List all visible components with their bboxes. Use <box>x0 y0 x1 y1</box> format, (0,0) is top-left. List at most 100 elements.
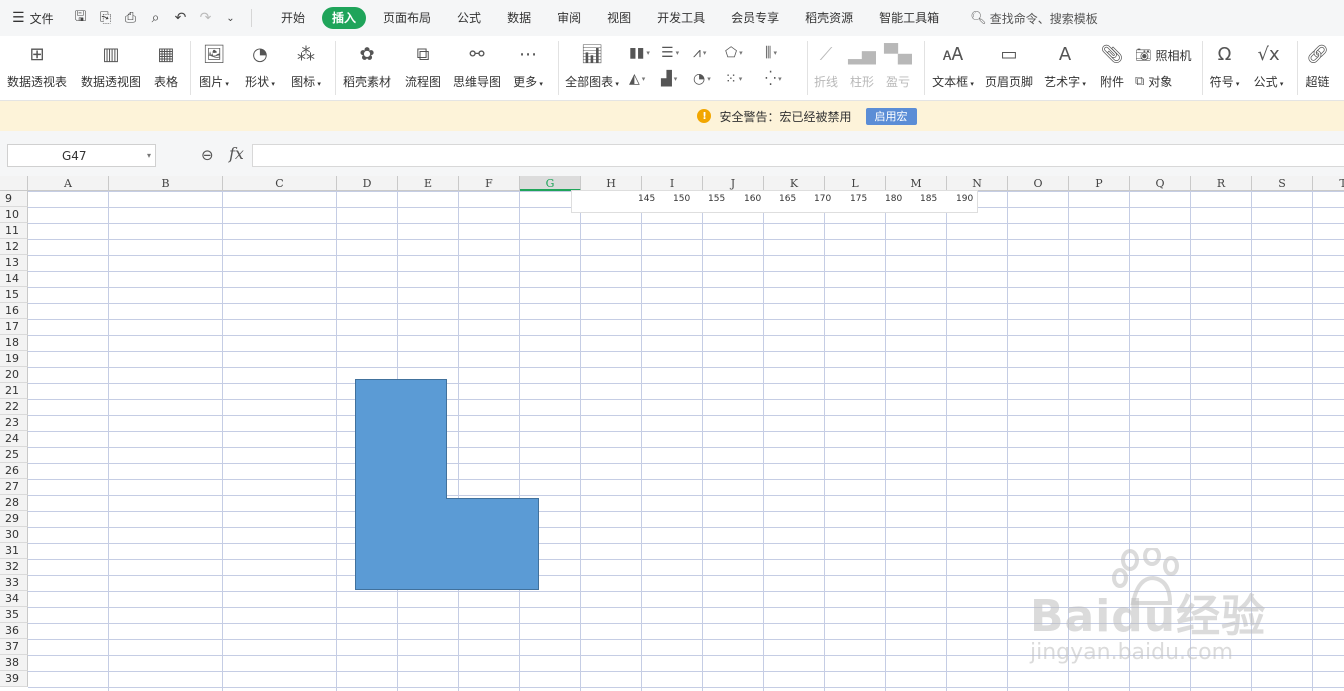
all-charts-button[interactable]: 📊︎ 全部图表 ▾ <box>559 36 625 100</box>
pie-chart-icon[interactable]: ◔ ▾ <box>693 66 725 92</box>
redo-icon[interactable]: ↷ <box>193 10 218 26</box>
more-icon: ⋯ <box>519 43 537 65</box>
header-footer-icon: ▭ <box>1000 43 1018 65</box>
attachment-button[interactable]: 📎︎ 附件 <box>1093 36 1131 100</box>
mindmap-button[interactable]: ⚯ 思维导图 <box>448 36 506 100</box>
object-button[interactable]: ⧉ 对象 <box>1135 68 1192 94</box>
baidu-watermark: Baidu经验 jingyan.baidu.com <box>1030 580 1266 665</box>
ribbon-tabs: 开始 插入 页面布局 公式 数据 审阅 视图 开发工具 会员专享 稻壳资源 智能… <box>268 0 952 36</box>
divider <box>251 9 252 27</box>
formula-button[interactable]: √x 公式 ▾ <box>1247 36 1291 100</box>
search-icon: 🔍︎ <box>970 10 987 26</box>
textbox-label: 文本框 ▾ <box>932 75 974 89</box>
zoom-icon[interactable]: ⊖ <box>201 146 214 164</box>
picture-label: 图片 ▾ <box>199 75 229 89</box>
tab-data[interactable]: 数据 <box>494 7 544 29</box>
macro-warning-bar: ! 安全警告：宏已经被禁用 启用宏 <box>0 101 1344 131</box>
bar-chart-icon: 📊︎ <box>580 43 604 65</box>
tab-member[interactable]: 会员专享 <box>718 7 792 29</box>
wordart-label: 艺术字 ▾ <box>1044 75 1086 89</box>
print-icon[interactable]: ⎙ <box>118 10 143 26</box>
tab-view[interactable]: 视图 <box>594 7 644 29</box>
bar-chart-h-icon[interactable]: ☰ ▾ <box>661 40 693 66</box>
textbox-icon: 🗚 <box>942 43 964 65</box>
object-label: 对象 <box>1148 74 1173 89</box>
area-chart-icon[interactable]: ◭ ▾ <box>629 66 661 92</box>
radar-chart-icon[interactable]: ⬠ ▾ <box>725 40 757 66</box>
all-charts-label: 全部图表 ▾ <box>565 75 619 89</box>
picture-button[interactable]: 🖼︎ 图片 ▾ <box>191 36 237 100</box>
tab-review[interactable]: 审阅 <box>544 7 594 29</box>
enable-macro-button[interactable]: 启用宏 <box>865 107 917 125</box>
line-chart-icon[interactable]: ⩘ ▾ <box>693 40 725 66</box>
hyperlink-button[interactable]: 🔗︎ 超链 <box>1298 36 1338 100</box>
name-box[interactable]: G47 ▾ <box>7 144 156 167</box>
sparkline-winloss-label: 盈亏 <box>885 75 910 89</box>
chart-type-grid: ▮▮ ▾ ☰ ▾ ⩘ ▾ ⬠ ▾ ◭ ▾ ▟ ▾ ◔ ▾ ⁙ ▾ <box>629 36 757 92</box>
undo-icon[interactable]: ↶ <box>168 10 193 26</box>
icon-button[interactable]: ⁂ 图标 ▾ <box>283 36 329 100</box>
warning-icon: ! <box>697 109 712 123</box>
tab-home[interactable]: 开始 <box>268 7 318 29</box>
save-icon[interactable]: 🖫 <box>68 6 93 30</box>
wordart-button[interactable]: A 艺术字 ▾ <box>1037 36 1093 100</box>
camera-button[interactable]: 📷︎ 照相机 <box>1135 42 1192 68</box>
picture-icon: 🖼︎ <box>202 43 226 65</box>
sparkline-winloss-button[interactable]: ▀▄ 盈亏 <box>880 36 916 100</box>
bubble-chart-icon[interactable]: ⁛ ▾ <box>765 66 797 92</box>
symbol-button[interactable]: Ω 符号 ▾ <box>1203 36 1247 100</box>
pivot-chart-label: 数据透视图 <box>80 75 141 89</box>
mindmap-label: 思维导图 <box>452 75 501 89</box>
sqrt-icon: √x <box>1257 43 1280 65</box>
tab-insert[interactable]: 插入 <box>322 7 367 29</box>
tab-smart-toolbox[interactable]: 智能工具箱 <box>866 7 952 29</box>
function-icon[interactable]: fx <box>229 144 244 163</box>
header-footer-button[interactable]: ▭ 页眉页脚 <box>981 36 1037 100</box>
chevron-down-icon[interactable]: ▾ <box>147 151 151 160</box>
more-label: 更多 ▾ <box>513 75 543 89</box>
camera-label: 照相机 <box>1155 48 1192 63</box>
export-pdf-icon[interactable]: ⎘ <box>93 10 118 26</box>
tab-developer[interactable]: 开发工具 <box>644 7 718 29</box>
watermark-url: jingyan.baidu.com <box>1030 640 1234 665</box>
menu-bar: ☰ 文件 🖫 ⎘ ⎙ ⌕ ↶ ↷ ⌄ 开始 插入 页面布局 公式 数据 审阅 视… <box>0 0 1344 36</box>
omega-icon: Ω <box>1217 43 1232 65</box>
textbox-button[interactable]: 🗚 文本框 ▾ <box>925 36 981 100</box>
wordart-icon: A <box>1058 43 1072 65</box>
icons-icon: ⁂ <box>297 43 315 65</box>
print-preview-icon[interactable]: ⌕ <box>143 10 168 26</box>
icon-label: 图标 ▾ <box>291 75 321 89</box>
command-search[interactable]: 🔍︎ 查找命令、搜索模板 <box>970 10 1098 27</box>
symbol-label: 符号 ▾ <box>1209 75 1240 89</box>
flowchart-icon: ⧉ <box>416 43 430 65</box>
search-placeholder: 查找命令、搜索模板 <box>989 11 1098 26</box>
combo-chart-icon[interactable]: ▟ ▾ <box>661 66 693 92</box>
pivot-chart-button[interactable]: ▥ 数据透视图 <box>74 36 148 100</box>
cell-reference: G47 <box>62 148 87 163</box>
sparkline-line-button[interactable]: ⟋ 折线 <box>808 36 844 100</box>
customize-dropdown-icon[interactable]: ⌄ <box>218 13 243 24</box>
table-button[interactable]: ▦ 表格 <box>148 36 184 100</box>
scatter-chart-icon[interactable]: ⁙ ▾ <box>725 66 757 92</box>
formula-input[interactable] <box>252 144 1344 167</box>
sparkline-line-icon: ⟋ <box>819 43 833 65</box>
pivot-table-button[interactable]: ⊞ 数据透视表 <box>0 36 74 100</box>
file-menu-label: 文件 <box>29 11 54 26</box>
quick-access-toolbar: 🖫 ⎘ ⎙ ⌕ ↶ ↷ ⌄ <box>68 0 260 36</box>
tab-docer[interactable]: 稻壳资源 <box>792 7 866 29</box>
sparkline-column-button[interactable]: ▂▅ 柱形 <box>844 36 880 100</box>
more-button[interactable]: ⋯ 更多 ▾ <box>506 36 550 100</box>
stock-chart-icon[interactable]: ⫼ ▾ <box>765 40 797 66</box>
sparkline-winloss-icon: ▀▄ <box>884 43 912 65</box>
shape-icon: ◔ <box>252 43 268 65</box>
column-chart-icon[interactable]: ▮▮ ▾ <box>629 40 661 66</box>
shape-button[interactable]: ◔ 形状 ▾ <box>237 36 283 100</box>
sparkline-column-icon: ▂▅ <box>848 43 876 65</box>
camera-icon: 📷︎ <box>1135 47 1152 63</box>
docer-material-button[interactable]: ✿ 稻壳素材 <box>336 36 398 100</box>
docer-material-label: 稻壳素材 <box>342 75 391 89</box>
file-menu-button[interactable]: ☰ 文件 <box>0 0 68 36</box>
flowchart-button[interactable]: ⧉ 流程图 <box>398 36 448 100</box>
tab-page-layout[interactable]: 页面布局 <box>370 7 444 29</box>
tab-formulas[interactable]: 公式 <box>444 7 494 29</box>
